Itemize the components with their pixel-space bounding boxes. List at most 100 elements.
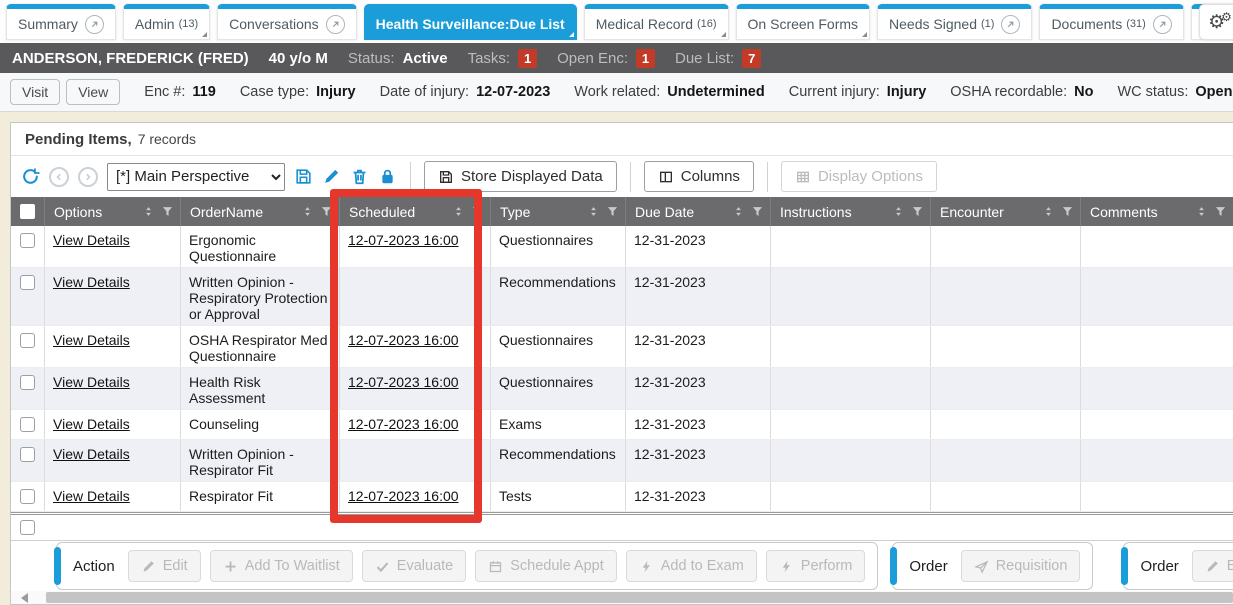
column-header-options[interactable]: Options: [45, 197, 181, 226]
filter-icon[interactable]: [911, 205, 924, 218]
sort-icon[interactable]: [732, 205, 745, 218]
columns-button[interactable]: Columns: [644, 161, 754, 192]
instructions-cell: [771, 226, 931, 267]
column-header-type[interactable]: Type: [491, 197, 626, 226]
save-perspective-icon[interactable]: [294, 167, 313, 186]
filter-icon[interactable]: [320, 205, 333, 218]
visit-button[interactable]: Visit: [10, 79, 60, 105]
edit-button[interactable]: Edit: [128, 550, 201, 582]
scheduled-link[interactable]: 12-07-2023 16:00: [348, 232, 459, 248]
check-icon: [375, 559, 390, 574]
order-name-cell: Ergonomic Questionnaire: [181, 226, 340, 267]
footer-checkbox[interactable]: [20, 520, 35, 535]
column-header-comments[interactable]: Comments: [1081, 197, 1233, 226]
tab-menu-corner-icon: [862, 32, 867, 37]
edit-perspective-icon[interactable]: [322, 167, 341, 186]
requisition-button[interactable]: Requisition: [961, 550, 1081, 582]
filter-icon[interactable]: [1214, 205, 1227, 218]
popout-icon[interactable]: [1153, 15, 1172, 34]
view-details-link[interactable]: View Details: [53, 416, 130, 432]
store-displayed-data-button[interactable]: Store Displayed Data: [424, 161, 617, 192]
tab-admin[interactable]: Admin (13): [123, 4, 210, 40]
next-perspective-button[interactable]: [78, 167, 98, 187]
due-list-count-badge[interactable]: 7: [742, 49, 761, 68]
delete-perspective-icon[interactable]: [350, 167, 369, 186]
tab-medical-record[interactable]: Medical Record (16): [584, 4, 729, 40]
view-details-link[interactable]: View Details: [53, 446, 130, 462]
display-options-button[interactable]: Display Options: [781, 161, 937, 192]
pending-items-panel: Pending Items, 7 records [*] Main Perspe…: [10, 122, 1233, 605]
row-checkbox[interactable]: [20, 375, 35, 390]
filter-icon[interactable]: [471, 205, 484, 218]
open-enc-count-badge[interactable]: 1: [636, 49, 655, 68]
perspective-select[interactable]: [*] Main Perspective: [107, 163, 285, 191]
row-checkbox[interactable]: [20, 447, 35, 462]
add-to-exam-button[interactable]: Add to Exam: [626, 550, 757, 582]
row-checkbox[interactable]: [20, 233, 35, 248]
evaluate-button[interactable]: Evaluate: [362, 550, 466, 582]
tab-conversations[interactable]: Conversations: [217, 4, 357, 40]
sort-icon[interactable]: [142, 205, 155, 218]
encounter-cell: [931, 440, 1081, 481]
sort-icon[interactable]: [301, 205, 314, 218]
column-header-ordername[interactable]: OrderName: [181, 197, 340, 226]
tab-health-surveillance-due-list[interactable]: Health Surveillance:Due List: [364, 4, 577, 40]
sort-icon[interactable]: [1195, 205, 1208, 218]
scheduled-link[interactable]: 12-07-2023 16:00: [348, 332, 459, 348]
type-cell: Tests: [491, 482, 626, 511]
previous-perspective-button[interactable]: [49, 167, 69, 187]
view-button[interactable]: View: [66, 79, 120, 105]
add-to-waitlist-button[interactable]: Add To Waitlist: [210, 550, 353, 582]
tab-count: (13): [179, 18, 199, 30]
tab-documents[interactable]: Documents (31): [1039, 4, 1183, 40]
tab-on-screen-forms[interactable]: On Screen Forms: [736, 4, 870, 40]
sort-icon[interactable]: [587, 205, 600, 218]
perform-button[interactable]: Perform: [766, 550, 866, 582]
tab-summary[interactable]: Summary: [6, 4, 116, 40]
schedule-appt-button[interactable]: Schedule Appt: [475, 550, 617, 582]
order-group: Order Requisition: [892, 542, 1093, 590]
tasks-count-badge[interactable]: 1: [518, 49, 537, 68]
lock-perspective-icon[interactable]: [378, 167, 397, 186]
view-details-link[interactable]: View Details: [53, 332, 130, 348]
popout-icon[interactable]: [1001, 15, 1020, 34]
filter-icon[interactable]: [161, 205, 174, 218]
popout-icon[interactable]: [326, 15, 345, 34]
toolbar-divider: [767, 162, 768, 192]
tab-needs-signed[interactable]: Needs Signed (1): [877, 4, 1032, 40]
column-header-scheduled[interactable]: Scheduled: [340, 197, 491, 226]
row-checkbox[interactable]: [20, 489, 35, 504]
column-header-instructions[interactable]: Instructions: [771, 197, 931, 226]
row-checkbox[interactable]: [20, 333, 35, 348]
filter-icon[interactable]: [751, 205, 764, 218]
sort-icon[interactable]: [892, 205, 905, 218]
refresh-button[interactable]: [21, 167, 40, 186]
scrollbar-thumb[interactable]: [46, 592, 1233, 603]
sort-icon[interactable]: [452, 205, 465, 218]
table-row: View Details Written Opinion - Respirato…: [11, 268, 1233, 326]
column-header-due-date[interactable]: Due Date: [626, 197, 771, 226]
view-details-link[interactable]: View Details: [53, 232, 130, 248]
order-edit-button[interactable]: Edit: [1192, 550, 1233, 582]
view-details-link[interactable]: View Details: [53, 488, 130, 504]
scheduled-link[interactable]: 12-07-2023 16:00: [348, 416, 459, 432]
sort-icon[interactable]: [1042, 205, 1055, 218]
column-header-encounter[interactable]: Encounter: [931, 197, 1081, 226]
settings-gears-button[interactable]: ⚙⚙: [1199, 4, 1233, 40]
scheduled-link[interactable]: 12-07-2023 16:00: [348, 488, 459, 504]
instructions-cell: [771, 326, 931, 367]
patient-age-sex: 40 y/o M: [269, 50, 328, 67]
toolbar-divider: [410, 162, 411, 192]
grid-toolbar: [*] Main Perspective Store Displayed Dat…: [11, 156, 1233, 197]
row-checkbox[interactable]: [20, 417, 35, 432]
filter-icon[interactable]: [606, 205, 619, 218]
filter-icon[interactable]: [1061, 205, 1074, 218]
row-checkbox[interactable]: [20, 275, 35, 290]
view-details-link[interactable]: View Details: [53, 374, 130, 390]
select-all-checkbox[interactable]: [20, 204, 35, 219]
instructions-cell: [771, 268, 931, 325]
popout-icon[interactable]: [85, 15, 104, 34]
scheduled-link[interactable]: 12-07-2023 16:00: [348, 374, 459, 390]
view-details-link[interactable]: View Details: [53, 274, 130, 290]
scroll-left-arrow[interactable]: [21, 593, 28, 603]
